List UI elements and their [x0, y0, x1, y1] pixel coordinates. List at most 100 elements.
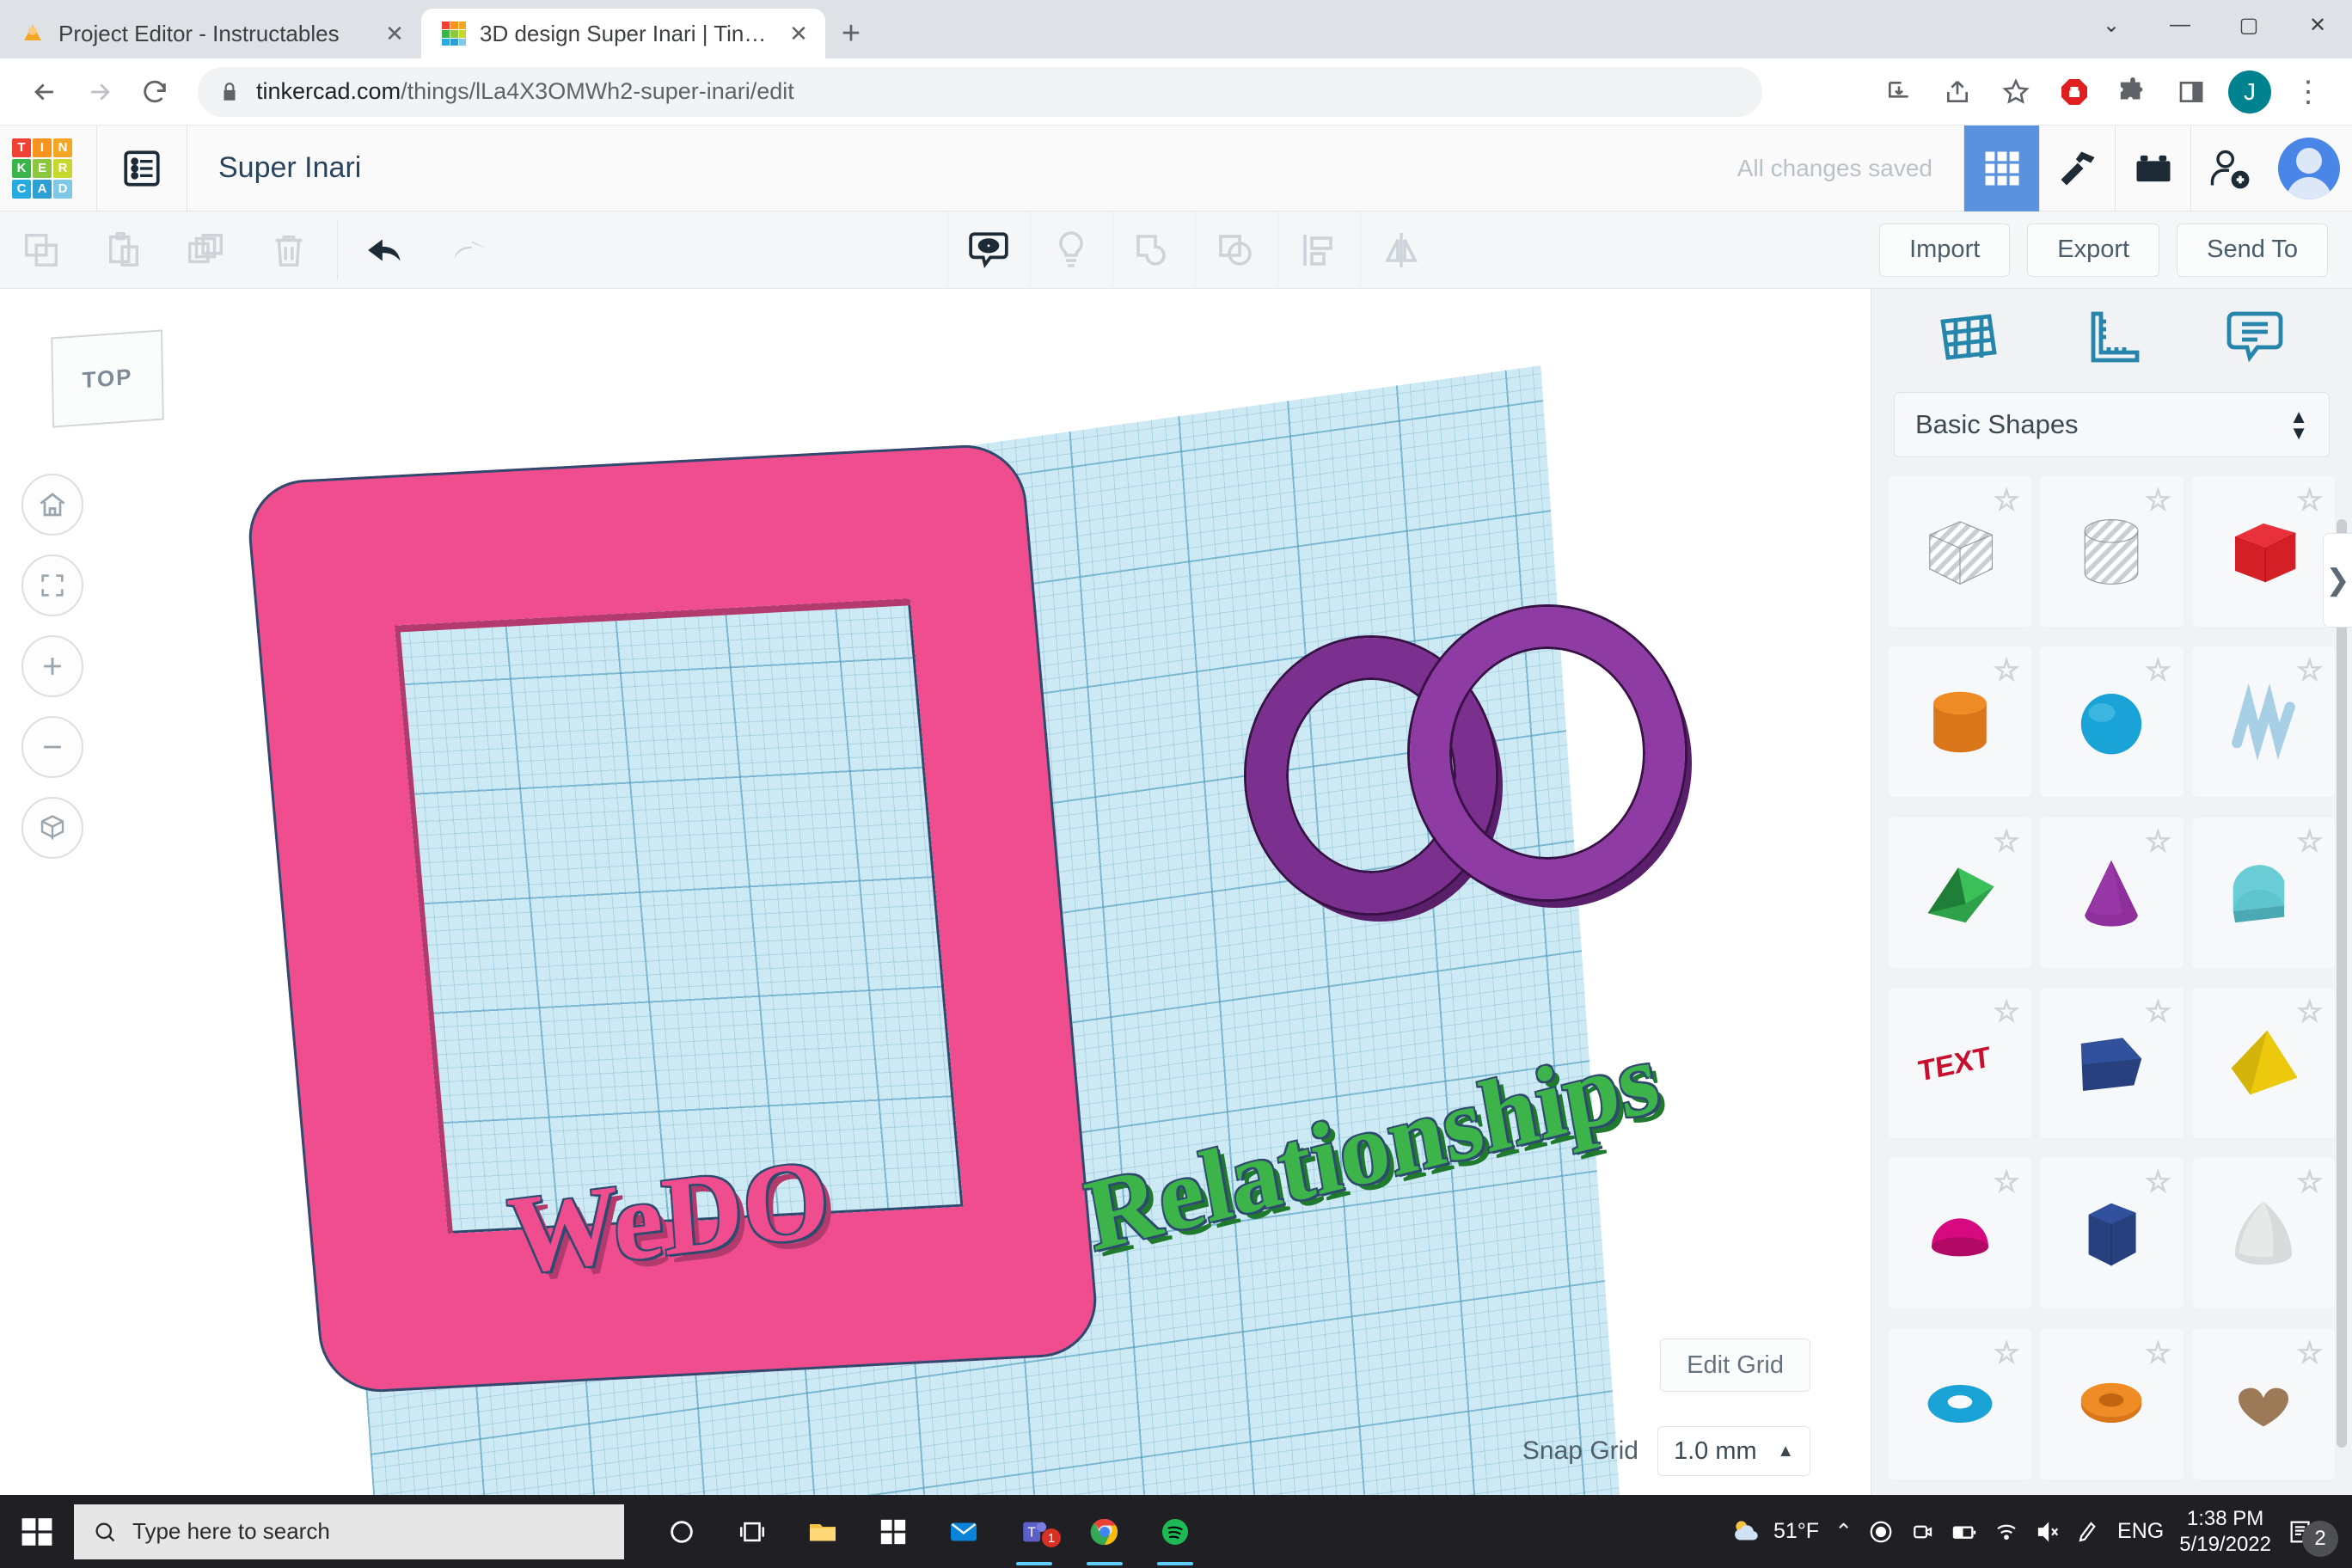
window-maximize-icon[interactable]: ▢ [2214, 0, 2283, 50]
share-icon[interactable] [1931, 65, 1984, 119]
task-view-icon[interactable] [720, 1495, 784, 1568]
paste-button[interactable] [83, 211, 165, 289]
mail-icon[interactable] [932, 1495, 995, 1568]
back-button[interactable] [17, 64, 72, 119]
mirror-button[interactable] [1359, 211, 1442, 289]
user-avatar[interactable] [2266, 126, 2352, 211]
file-explorer-icon[interactable] [791, 1495, 854, 1568]
design-title[interactable]: Super Inari [218, 151, 361, 185]
mode-blocks-button[interactable] [2115, 125, 2190, 211]
group-button[interactable] [1112, 211, 1195, 289]
teams-icon[interactable]: T 1 [1002, 1495, 1066, 1568]
zoom-out-button[interactable] [21, 716, 83, 778]
light-button[interactable] [1029, 211, 1112, 289]
favorite-star-icon[interactable]: ☆ [2296, 824, 2324, 859]
favorite-star-icon[interactable]: ☆ [2296, 1336, 2324, 1370]
extensions-puzzle-icon[interactable] [2106, 65, 2159, 119]
taskbar-search-input[interactable]: Type here to search [74, 1504, 624, 1559]
favorite-star-icon[interactable]: ☆ [2296, 653, 2324, 689]
shape-polygon-navy[interactable]: ☆ [2040, 987, 2184, 1138]
send-to-button[interactable]: Send To [2177, 223, 2328, 277]
shape-cylinder-orange[interactable]: ☆ [1889, 646, 2032, 798]
shape-wedge-green[interactable]: ☆ [1889, 817, 2032, 968]
favorite-star-icon[interactable]: ☆ [2144, 653, 2171, 689]
adblock-icon[interactable] [2048, 65, 2101, 119]
browser-tab-tinkercad[interactable]: 3D design Super Inari | Tinkercad ✕ [421, 9, 825, 58]
wifi-icon[interactable] [1994, 1519, 2019, 1545]
spotify-icon[interactable] [1143, 1495, 1207, 1568]
design-viewport[interactable]: Workplane WeDO Relationships TOP [0, 289, 1871, 1495]
favorite-star-icon[interactable]: ☆ [1993, 653, 2020, 689]
shape-sphere-blue[interactable]: ☆ [2040, 646, 2184, 798]
camera-icon[interactable] [1909, 1519, 1935, 1545]
new-tab-button[interactable]: + [825, 9, 877, 58]
tab-close-icon[interactable]: ✕ [383, 21, 406, 47]
favorite-star-icon[interactable]: ☆ [1993, 824, 2020, 859]
shape-category-select[interactable]: Basic Shapes ▲ ▼ [1894, 392, 2330, 457]
cortana-icon[interactable] [650, 1495, 714, 1568]
redo-button[interactable] [427, 211, 510, 289]
shape-hex-prism-blue[interactable]: ☆ [2040, 1158, 2184, 1309]
favorite-star-icon[interactable]: ☆ [2144, 1165, 2171, 1200]
bookmark-star-icon[interactable] [1989, 65, 2043, 119]
shape-torus-blue[interactable]: ☆ [1889, 1328, 2032, 1479]
browser-menu-icon[interactable]: ⋮ [2282, 65, 2335, 119]
reload-button[interactable] [127, 64, 182, 119]
record-icon[interactable] [1868, 1519, 1894, 1545]
ruler-icon[interactable] [2070, 296, 2153, 378]
taskbar-clock[interactable]: 1:38 PM 5/19/2022 [2179, 1506, 2271, 1558]
shape-cylinder-hole[interactable]: ☆ [2040, 476, 2184, 627]
windows-start-icon[interactable] [0, 1495, 74, 1568]
tab-close-icon[interactable]: ✕ [787, 21, 810, 47]
address-bar[interactable]: tinkercad.com/things/lLa4X3OMWh2-super-i… [198, 66, 1762, 117]
browser-tab-instructables[interactable]: Project Editor - Instructables ✕ [0, 9, 421, 58]
shape-half-sphere-pink[interactable]: ☆ [1889, 1158, 2032, 1309]
favorite-star-icon[interactable]: ☆ [2296, 995, 2324, 1029]
notification-center-button[interactable]: 2 [2287, 1507, 2338, 1557]
align-button[interactable] [1277, 211, 1360, 289]
home-view-button[interactable] [21, 474, 83, 536]
battery-icon[interactable] [1951, 1518, 1978, 1546]
export-button[interactable]: Export [2027, 223, 2160, 277]
volume-muted-icon[interactable] [2035, 1519, 2061, 1545]
snap-grid-select[interactable]: 1.0 mm ▲ [1657, 1426, 1810, 1476]
window-close-icon[interactable]: ✕ [2283, 0, 2352, 50]
shape-paraboloid-gray[interactable]: ☆ [2191, 1158, 2335, 1309]
tinkercad-logo[interactable]: T I N K E R C A D [12, 138, 72, 199]
ortho-perspective-toggle[interactable] [21, 797, 83, 859]
shape-box-hole[interactable]: ☆ [1889, 476, 2032, 627]
rings-object[interactable] [1246, 607, 1711, 951]
design-list-button[interactable] [97, 126, 187, 211]
favorite-star-icon[interactable]: ☆ [1993, 995, 2020, 1029]
download-icon[interactable] [1872, 65, 1926, 119]
duplicate-button[interactable] [165, 211, 248, 289]
note-icon[interactable] [2214, 296, 2296, 378]
favorite-star-icon[interactable]: ☆ [2144, 1336, 2171, 1370]
fit-view-button[interactable] [21, 554, 83, 616]
favorite-star-icon[interactable]: ☆ [1993, 1336, 2020, 1370]
shape-pyramid-yellow[interactable]: ☆ [2191, 987, 2335, 1138]
panel-scrollbar[interactable] [2337, 519, 2347, 1448]
zoom-in-button[interactable] [21, 635, 83, 697]
shape-box-red[interactable]: ☆ [2191, 476, 2335, 627]
favorite-star-icon[interactable]: ☆ [2296, 483, 2324, 518]
forward-button[interactable] [72, 64, 127, 119]
microsoft-store-icon[interactable] [861, 1495, 925, 1568]
language-indicator[interactable]: ENG [2117, 1519, 2164, 1544]
view-cube[interactable]: TOP [51, 329, 164, 428]
favorite-star-icon[interactable]: ☆ [2144, 995, 2171, 1029]
favorite-star-icon[interactable]: ☆ [1993, 1165, 2020, 1200]
favorite-star-icon[interactable]: ☆ [1993, 483, 2020, 518]
chrome-icon[interactable] [1073, 1495, 1136, 1568]
undo-button[interactable] [345, 211, 427, 289]
shape-text-red[interactable]: ☆ TEXT [1889, 987, 2032, 1138]
profile-avatar[interactable]: J [2223, 65, 2276, 119]
copy-button[interactable] [0, 211, 83, 289]
ungroup-button[interactable] [1194, 211, 1277, 289]
favorite-star-icon[interactable]: ☆ [2144, 824, 2171, 859]
collapse-panel-button[interactable]: ❯ [2323, 533, 2352, 628]
delete-button[interactable] [248, 211, 330, 289]
shape-scribble[interactable]: ☆ [2191, 646, 2335, 798]
mode-minecraft-button[interactable] [2039, 125, 2115, 211]
shape-cone-purple[interactable]: ☆ [2040, 817, 2184, 968]
